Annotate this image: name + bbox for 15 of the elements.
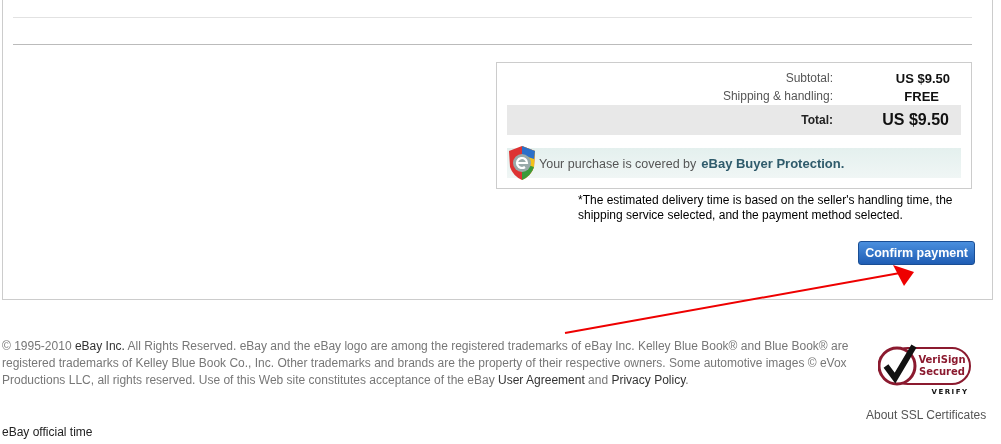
summary-label: Shipping & handling: <box>721 89 833 103</box>
summary-value: US $9.50 <box>894 70 951 86</box>
total-label: Total: <box>800 113 833 127</box>
footer-link[interactable]: eBay Inc. <box>74 339 125 353</box>
legal-text: © 1995-2010 eBay Inc. All Rights Reserved. eBay and the eBay logo are among the registered trademarks of eBay Inc. Kelley Blue Book® and Blue Book® are registered trademarks of Kelley Blue Book Co., Inc. Other trademarks and brands are the property of their respective owners. Some automotive images © eVox Productions LLC, all rights reserved. Use of this Web site constitutes acceptance of the eBay User Agreement and Privacy Policy. <box>2 338 850 389</box>
total-value: US $9.50 <box>881 111 950 129</box>
protection-text: Your purchase is covered by eBay Buyer Protection. <box>539 155 845 171</box>
delivery-note: *The estimated delivery time is based on the seller's handling time, the shipping service selected, and the payment method selected. <box>578 193 954 223</box>
summary-label: Subtotal: <box>784 71 833 85</box>
official-time-link[interactable]: eBay official time <box>2 425 93 439</box>
footer-link[interactable]: User Agreement <box>498 373 585 387</box>
summary-value: FREE <box>903 88 940 104</box>
shield-icon <box>507 145 537 181</box>
ssl-certificates-link[interactable]: About SSL Certificates <box>866 408 987 422</box>
confirm-payment-button[interactable]: Confirm payment <box>858 241 975 265</box>
